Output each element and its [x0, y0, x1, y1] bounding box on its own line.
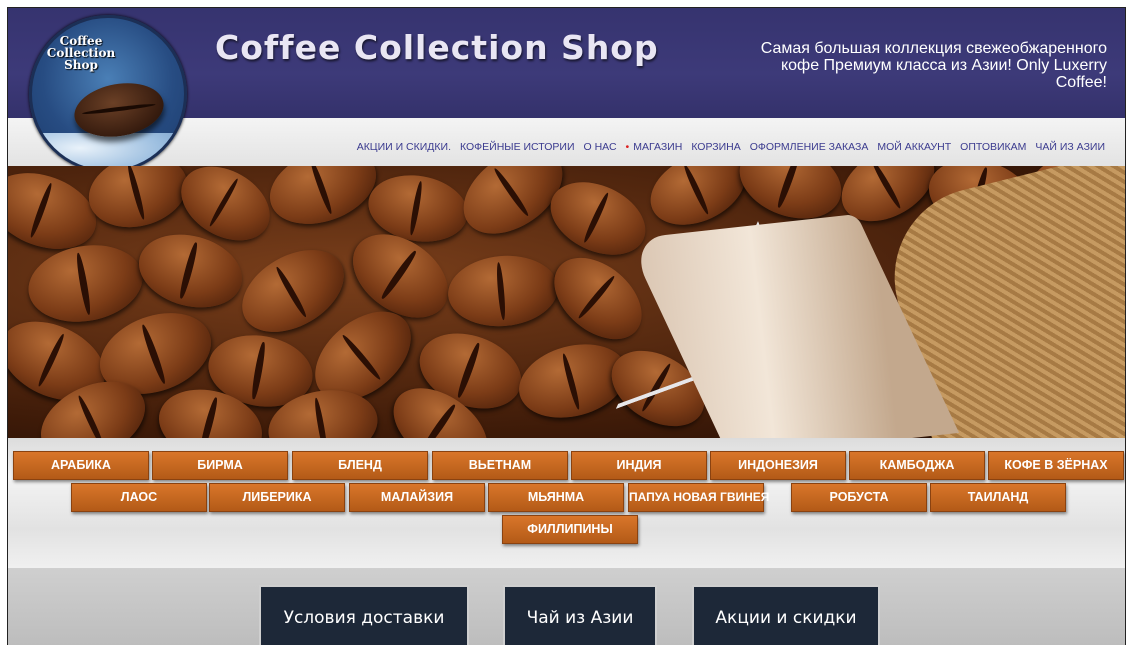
- tagline-line-3: Coffee!: [1055, 74, 1107, 91]
- site-title[interactable]: Coffee Collection Shop: [215, 28, 659, 67]
- category-arabica[interactable]: АРАБИКА: [13, 451, 149, 480]
- category-indonesia[interactable]: ИНДОНЕЗИЯ: [710, 451, 846, 480]
- category-thailand[interactable]: ТАИЛАНД: [930, 483, 1066, 512]
- nav-item-checkout[interactable]: ОФОРМЛЕНИЕ ЗАКАЗА: [750, 141, 869, 153]
- site-tagline: Самая большая коллекция свежеобжаренного…: [667, 40, 1107, 91]
- logo-line-3: Shop: [64, 58, 98, 72]
- category-liberica[interactable]: ЛИБЕРИКА: [209, 483, 345, 512]
- category-cambodia[interactable]: КАМБОДЖА: [849, 451, 985, 480]
- category-philippines[interactable]: ФИЛЛИПИНЫ: [502, 515, 638, 544]
- category-robusta[interactable]: РОБУСТА: [791, 483, 927, 512]
- category-menu: АРАБИКА БИРМА БЛЕНД ВЬЕТНАМ ИНДИЯ ИНДОНЕ…: [8, 438, 1125, 568]
- category-vietnam[interactable]: ВЬЕТНАМ: [432, 451, 568, 480]
- category-myanmar[interactable]: МЬЯНМА: [488, 483, 624, 512]
- logo-text: Coffee Collection Shop: [46, 35, 116, 71]
- category-burma[interactable]: БИРМА: [152, 451, 288, 480]
- page-frame: Coffee Collection Shop Самая большая кол…: [7, 7, 1126, 645]
- sales-discounts-button[interactable]: Акции и скидки: [692, 585, 880, 645]
- asian-tea-button[interactable]: Чай из Азии: [503, 585, 657, 645]
- category-laos[interactable]: ЛАОС: [71, 483, 207, 512]
- hero-banner-image: [8, 166, 1125, 438]
- category-blend[interactable]: БЛЕНД: [292, 451, 428, 480]
- nav-item-coffee-stories[interactable]: КОФЕЙНЫЕ ИСТОРИИ: [460, 141, 575, 153]
- category-papua-new-guinea[interactable]: ПАПУА НОВАЯ ГВИНЕЯ: [628, 483, 769, 512]
- nav-item-sales[interactable]: АКЦИИ И СКИДКИ.: [357, 141, 451, 153]
- main-nav: АКЦИИ И СКИДКИ. КОФЕЙНЫЕ ИСТОРИИ О НАС •…: [357, 141, 1105, 153]
- tagline-line-2: кофе Премиум класса из Азии! Only Luxerr…: [780, 57, 1107, 74]
- nav-item-about[interactable]: О НАС: [584, 141, 617, 153]
- coffee-bean-graphic: [80, 166, 196, 238]
- nav-item-my-account[interactable]: МОЙ АККАУНТ: [877, 141, 951, 153]
- category-coffee-beans[interactable]: КОФЕ В ЗЁРНАХ: [988, 451, 1124, 480]
- nav-item-wholesale[interactable]: ОПТОВИКАМ: [960, 141, 1026, 153]
- category-india[interactable]: ИНДИЯ: [571, 451, 707, 480]
- nav-item-shop-label: МАГАЗИН: [633, 141, 683, 153]
- active-bullet-icon: •: [625, 141, 630, 153]
- info-buttons-section: Условия доставки Чай из Азии Акции и ски…: [8, 568, 1125, 645]
- delivery-terms-button[interactable]: Условия доставки: [259, 585, 469, 645]
- coffee-bean-graphic: [22, 236, 149, 331]
- site-logo[interactable]: Coffee Collection Shop: [29, 15, 187, 173]
- nav-item-tea[interactable]: ЧАЙ ИЗ АЗИИ: [1035, 141, 1105, 153]
- category-malaysia[interactable]: МАЛАЙЗИЯ: [349, 483, 485, 512]
- coffee-bean-graphic: [445, 251, 561, 331]
- nav-item-cart[interactable]: КОРЗИНА: [691, 141, 740, 153]
- tagline-line-1: Самая большая коллекция свежеобжаренного: [760, 40, 1107, 57]
- nav-item-shop[interactable]: • МАГАЗИН: [626, 141, 683, 153]
